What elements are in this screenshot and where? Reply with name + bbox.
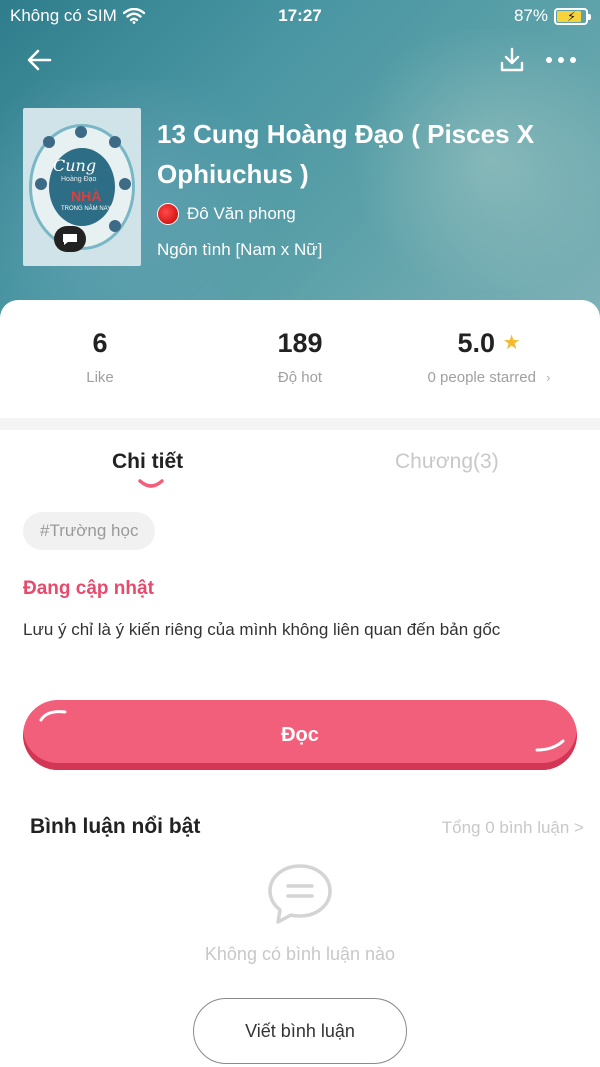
section-divider — [0, 418, 600, 430]
hot-count: 189 — [277, 328, 323, 358]
write-comment-label: Viết bình luận — [245, 1020, 355, 1041]
charging-bolt-icon: ⚡ — [567, 8, 577, 24]
zodiac-sign-icon — [43, 136, 55, 148]
download-icon[interactable] — [498, 46, 526, 74]
author-avatar[interactable] — [157, 203, 179, 225]
battery-icon: ⚡ — [554, 7, 591, 25]
zodiac-sign-icon — [35, 178, 47, 190]
comments-total-link[interactable]: Tổng 0 bình luận > — [442, 818, 584, 838]
battery-percent: 87% — [513, 6, 548, 25]
rating-label[interactable]: 0 people starred — [428, 369, 536, 386]
rating-label-row[interactable]: 0 people starred › — [389, 369, 589, 386]
sparkle-decoration-icon — [535, 739, 565, 752]
status-bar: Không có SIM 17:27 87% ⚡ — [0, 0, 600, 32]
star-icon: ★ — [502, 332, 521, 354]
chat-bubble-icon — [63, 234, 77, 245]
status-right: 87% ⚡ — [513, 6, 591, 26]
book-header: Không có SIM 17:27 87% ⚡ Cung Hoàng Đạo … — [0, 0, 600, 330]
tag-chip[interactable]: #Trường học — [23, 512, 156, 550]
stat-likes: 6 Like — [0, 328, 200, 386]
stat-hot: 189 Độ hot — [200, 328, 400, 386]
book-description: Lưu ý chỉ là ý kiến riêng của mình không… — [23, 620, 501, 639]
comment-bubble-icon — [268, 864, 332, 924]
zodiac-sign-icon — [109, 220, 121, 232]
cover-title-line1: Cung — [53, 156, 97, 175]
likes-label: Like — [86, 369, 114, 386]
write-comment-button[interactable]: Viết bình luận — [193, 998, 407, 1064]
likes-count: 6 — [92, 328, 108, 358]
stats-card: 6 Like 189 Độ hot 5.0 ★ 0 people starred… — [0, 300, 600, 418]
tab-active-indicator — [138, 479, 164, 488]
book-cover[interactable]: Cung Hoàng Đạo NHÀ TRONG NĂM NAY — [23, 108, 141, 266]
cover-title-line3: NHÀ — [71, 188, 102, 204]
author-name[interactable]: Đô Văn phong — [187, 204, 296, 224]
comments-empty-text: Không có bình luận nào — [204, 944, 396, 964]
cover-title-line2: Hoàng Đạo — [61, 176, 97, 183]
tab-chapters[interactable]: Chương(3) — [395, 450, 499, 474]
rating-row: 5.0 ★ — [389, 328, 589, 359]
arrow-left-icon[interactable] — [24, 44, 56, 76]
zodiac-sign-icon — [119, 178, 131, 190]
read-button[interactable]: Đọc — [23, 700, 577, 770]
rating-value: 5.0 — [457, 328, 496, 358]
sparkle-decoration-icon — [39, 710, 67, 722]
chat-badge-icon — [54, 226, 86, 252]
zodiac-sign-icon — [75, 126, 87, 138]
book-genre: Ngôn tình [Nam x Nữ] — [157, 240, 323, 259]
book-title: 13 Cung Hoàng Đạo ( Pisces X Ophiuchus ) — [157, 119, 535, 189]
cover-title-line4: TRONG NĂM NAY — [61, 206, 112, 212]
status-time: 17:27 — [278, 6, 322, 25]
comments-title: Bình luận nổi bật — [30, 815, 201, 838]
more-horizontal-icon[interactable] — [544, 46, 578, 74]
read-button-label: Đọc — [281, 723, 319, 746]
chevron-right-icon: › — [546, 370, 551, 385]
hot-label: Độ hot — [277, 369, 323, 386]
update-status: Đang cập nhật — [23, 578, 154, 599]
author-row[interactable]: Đô Văn phong — [157, 203, 296, 225]
stat-rating[interactable]: 5.0 ★ 0 people starred › — [389, 328, 589, 386]
tab-details[interactable]: Chi tiết — [112, 450, 183, 474]
zodiac-sign-icon — [109, 136, 121, 148]
